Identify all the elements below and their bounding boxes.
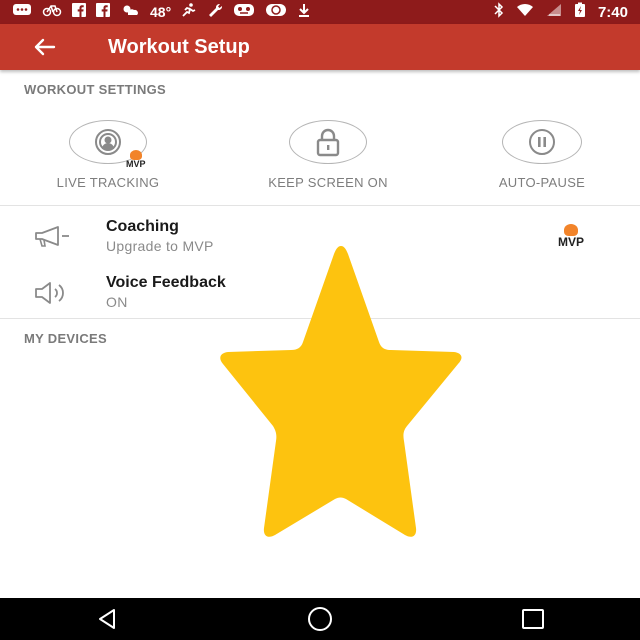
system-back-button[interactable] (87, 604, 127, 634)
weather-icon (120, 3, 140, 21)
page-title: Workout Setup (108, 35, 250, 58)
mvp-badge: MVP (558, 224, 584, 248)
back-button[interactable] (28, 31, 60, 63)
voice-feedback-title: Voice Feedback (106, 274, 226, 291)
system-nav-bar (0, 598, 640, 640)
coaching-title: Coaching (106, 218, 179, 235)
voice-feedback-status: ON (106, 294, 128, 310)
back-triangle-icon (98, 609, 115, 629)
arrow-left-icon (34, 38, 56, 56)
mvp-badge: MVP (126, 150, 146, 169)
speaker-icon (35, 282, 64, 304)
divider (0, 205, 640, 206)
workout-settings-tiles: MVP LIVE TRACKING KEEP SCREEN ON AUTO-PA… (0, 110, 640, 200)
facebook-icon (72, 3, 86, 21)
signal-icon (546, 3, 562, 21)
pause-icon (502, 120, 582, 164)
mask-icon (233, 3, 255, 21)
wrench-icon (207, 3, 223, 21)
temperature: 48° (150, 4, 172, 20)
chat-icon (12, 3, 32, 21)
clock: 7:40 (597, 3, 628, 21)
status-bar: 48° 7:40 (0, 0, 640, 24)
runner-icon (181, 3, 197, 21)
status-bar-left: 48° (12, 3, 311, 21)
divider (0, 318, 640, 319)
tile-label: LIVE TRACKING (56, 175, 160, 190)
coaching-subtitle: Upgrade to MVP (106, 238, 214, 254)
system-recents-button[interactable] (513, 604, 553, 634)
download-icon (297, 3, 311, 21)
tile-label: AUTO-PAUSE (498, 175, 586, 190)
my-devices-heading: MY DEVICES (24, 331, 107, 346)
bluetooth-icon (494, 2, 504, 22)
tile-label: KEEP SCREEN ON (268, 175, 388, 190)
coaching-row[interactable]: Coaching Upgrade to MVP MVP (0, 210, 640, 266)
lock-icon (289, 120, 367, 164)
status-bar-right: 7:40 (494, 2, 628, 22)
app-bar: Workout Setup (0, 24, 640, 70)
home-circle-icon (307, 607, 332, 631)
voice-feedback-row[interactable]: Voice Feedback ON (0, 266, 640, 322)
keep-screen-on-toggle[interactable]: KEEP SCREEN ON (258, 110, 398, 194)
facebook-icon (96, 3, 110, 21)
bike-icon (42, 3, 62, 21)
chain-icon (265, 3, 287, 21)
auto-pause-toggle[interactable]: AUTO-PAUSE (472, 110, 612, 194)
wifi-icon (516, 3, 534, 21)
battery-icon (574, 2, 586, 22)
workout-settings-heading: WORKOUT SETTINGS (24, 82, 167, 97)
megaphone-icon (35, 226, 69, 247)
system-home-button[interactable] (300, 604, 340, 634)
recents-square-icon (522, 609, 545, 629)
live-tracking-toggle[interactable]: MVP LIVE TRACKING (38, 110, 178, 194)
